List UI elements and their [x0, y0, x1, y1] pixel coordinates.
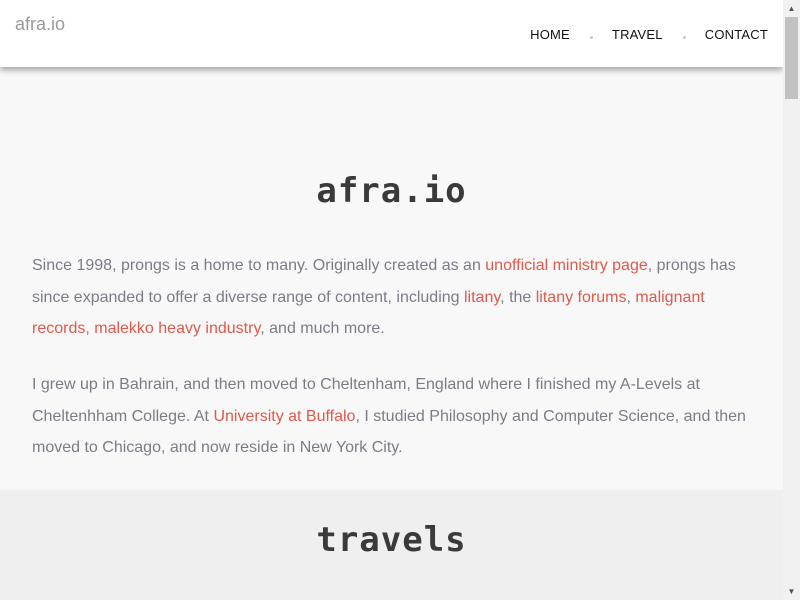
- scroll-down-arrow-icon[interactable]: ▼: [783, 583, 800, 600]
- top-navbar: afra.io HOME TRAVEL CONTACT: [0, 0, 783, 67]
- intro-text-3: , the: [500, 288, 536, 306]
- travels-section: travels: [0, 490, 783, 600]
- scrollbar-thumb[interactable]: [785, 17, 798, 99]
- intro-paragraph: Since 1998, prongs is a home to many. Or…: [32, 250, 757, 345]
- page-viewport: afra.io Since 1998, prongs is a home to …: [0, 0, 783, 600]
- brand-link[interactable]: afra.io: [15, 14, 65, 35]
- about-title: afra.io: [316, 171, 467, 211]
- intro-text-4: ,: [626, 288, 636, 306]
- intro-text-6: , and much more.: [260, 320, 385, 337]
- scroll-up-arrow-icon[interactable]: ▲: [783, 0, 800, 17]
- about-section: afra.io Since 1998, prongs is a home to …: [0, 67, 783, 490]
- litany-link[interactable]: litany: [464, 289, 500, 306]
- nav-contact-link[interactable]: CONTACT: [705, 27, 768, 42]
- malekko-heavy-industry-link[interactable]: malekko heavy industry: [94, 320, 260, 337]
- intro-text-5: ,: [85, 320, 95, 337]
- litany-forums-link[interactable]: litany forums: [536, 289, 627, 306]
- main-nav: HOME TRAVEL CONTACT: [530, 27, 768, 42]
- nav-separator-dot: [589, 36, 593, 39]
- university-at-buffalo-link[interactable]: University at Buffalo: [213, 408, 355, 425]
- travels-title: travels: [316, 520, 467, 560]
- nav-home-link[interactable]: HOME: [530, 27, 570, 42]
- nav-separator-dot: [682, 36, 686, 39]
- unofficial-ministry-page-link[interactable]: unofficial ministry page: [485, 257, 647, 274]
- nav-travel-link[interactable]: TRAVEL: [612, 27, 663, 42]
- bio-paragraph: I grew up in Bahrain, and then moved to …: [32, 369, 757, 464]
- vertical-scrollbar[interactable]: ▲ ▼: [783, 0, 800, 600]
- intro-text-1: Since 1998, prongs is a home to many. Or…: [32, 257, 486, 274]
